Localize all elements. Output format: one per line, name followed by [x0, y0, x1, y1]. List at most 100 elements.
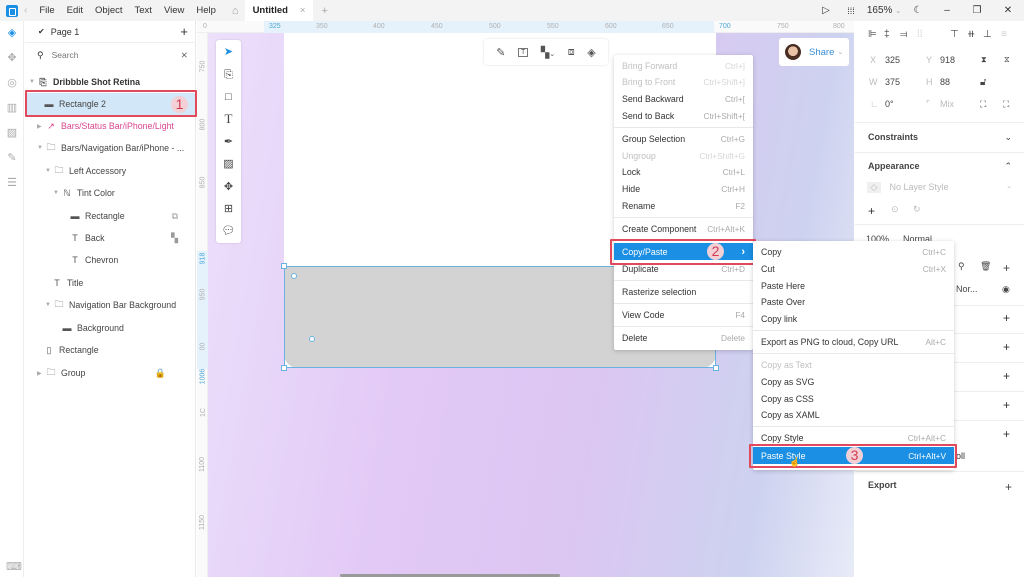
- menu-item-ungroup[interactable]: Ungroup Ctrl+Shift+G: [614, 147, 753, 164]
- menu-item-group-selection[interactable]: Group Selection Ctrl+G: [614, 130, 753, 147]
- w-field[interactable]: 375: [885, 77, 900, 87]
- menu-view[interactable]: View: [158, 5, 190, 16]
- add-fill-icon[interactable]: +: [1003, 261, 1010, 275]
- components-icon[interactable]: ✥: [6, 52, 18, 64]
- align-center-icon[interactable]: ‡: [884, 29, 890, 40]
- image-assets-icon[interactable]: ▨: [6, 127, 18, 139]
- layer-item[interactable]: ▼ 🗀 Bars/Navigation Bar/iPhone - ...: [25, 137, 196, 159]
- submenu-item-copy-as-css[interactable]: Copy as CSS: [753, 390, 954, 407]
- flip-vertical-icon[interactable]: ⧖: [1004, 55, 1010, 65]
- eye-icon[interactable]: ◉: [1002, 284, 1010, 295]
- add-blur-icon[interactable]: +: [1003, 398, 1010, 412]
- lock-icon[interactable]: 🔒: [155, 368, 166, 379]
- add-style-icon[interactable]: +: [868, 204, 875, 218]
- restore-icon[interactable]: ❐: [962, 5, 992, 16]
- mask-icon[interactable]: ⧈: [568, 46, 575, 59]
- add-inner-shadow-icon[interactable]: +: [1003, 369, 1010, 383]
- submenu-item-copy[interactable]: Copy Ctrl+C: [753, 243, 954, 260]
- layer-item[interactable]: ▼ 🗀 Left Accessory: [25, 160, 196, 182]
- menu-item-rename[interactable]: Rename F2: [614, 197, 753, 214]
- moon-icon[interactable]: ☾: [904, 5, 932, 16]
- layer-style-select[interactable]: ◇ No Layer Style ⌄: [855, 182, 1024, 196]
- menu-text[interactable]: Text: [129, 5, 158, 16]
- layer-item[interactable]: ▬ Background: [25, 317, 196, 339]
- submenu-item-copy-as-xaml[interactable]: Copy as XAML: [753, 406, 954, 423]
- boolean-icon[interactable]: ▚⌄: [541, 46, 555, 59]
- text-box-icon[interactable]: T: [518, 47, 529, 57]
- menu-item-delete[interactable]: Delete Delete: [614, 329, 753, 346]
- comment-tool-icon[interactable]: 💬︎: [216, 224, 241, 238]
- home-icon[interactable]: ⌂: [232, 5, 239, 17]
- grid-apps-icon[interactable]: ⁞⁞⁞: [838, 6, 864, 16]
- add-border-icon[interactable]: +: [1003, 311, 1010, 325]
- submenu-item-copy-link[interactable]: Copy link: [753, 310, 954, 327]
- minimize-icon[interactable]: –: [932, 5, 962, 16]
- chevron-down-icon[interactable]: ⌄: [1004, 132, 1012, 143]
- apply-style-icon[interactable]: ⊙: [891, 204, 899, 215]
- chevron-up-icon[interactable]: ⌃: [1004, 161, 1012, 172]
- y-field[interactable]: 918: [940, 55, 955, 65]
- radius-handle[interactable]: [309, 336, 315, 342]
- submenu-item-paste-here[interactable]: Paste Here: [753, 277, 954, 294]
- menu-item-lock[interactable]: Lock Ctrl+L: [614, 163, 753, 180]
- radius-field[interactable]: Mix: [940, 99, 954, 109]
- expand-arrow-icon[interactable]: ▶: [37, 370, 45, 377]
- menu-object[interactable]: Object: [89, 5, 128, 16]
- tab-untitled[interactable]: Untitled ×: [244, 0, 314, 21]
- layer-item[interactable]: ▶ 🗀 Group 🔒: [25, 362, 196, 384]
- text-tool-icon[interactable]: T: [216, 112, 241, 126]
- back-chevron-icon[interactable]: ‹: [24, 5, 27, 16]
- flip-horizontal-icon[interactable]: ⧗: [981, 55, 987, 65]
- zoom-level[interactable]: 165% ⌄: [864, 5, 904, 16]
- layers-icon[interactable]: ◈: [6, 27, 18, 39]
- resize-handle[interactable]: [281, 365, 287, 371]
- refresh-style-icon[interactable]: ↻: [913, 204, 921, 215]
- select-tool-icon[interactable]: ➤: [216, 45, 241, 59]
- keyboard-icon[interactable]: ⌨: [6, 561, 22, 573]
- menu-help[interactable]: Help: [190, 5, 222, 16]
- resize-handle[interactable]: [281, 263, 287, 269]
- menu-item-send-to-back[interactable]: Send to Back Ctrl+Shift+[: [614, 107, 753, 124]
- constraints-header[interactable]: Constraints ⌄: [855, 132, 1024, 146]
- grid-tool-icon[interactable]: ⊞: [216, 202, 241, 216]
- submenu-item-copy-as-svg[interactable]: Copy as SVG: [753, 373, 954, 390]
- play-icon[interactable]: ▷: [814, 5, 838, 16]
- artboard-tool-icon[interactable]: ⎘: [216, 68, 241, 82]
- trash-icon[interactable]: 🗑︎: [980, 261, 991, 272]
- app-logo-icon[interactable]: [6, 4, 18, 17]
- close-window-icon[interactable]: ✕: [992, 5, 1024, 16]
- rectangle-tool-icon[interactable]: □: [216, 90, 241, 104]
- align-bottom-icon[interactable]: ⊥: [983, 29, 992, 40]
- image-tool-icon[interactable]: ▨: [216, 157, 241, 171]
- fit-icon[interactable]: ⛶: [980, 99, 986, 110]
- share-button[interactable]: Share ⌄: [779, 38, 849, 66]
- x-field[interactable]: 325: [885, 55, 900, 65]
- align-middle-icon[interactable]: ⧺: [967, 29, 975, 40]
- unlock-ratio-icon[interactable]: 🔓︎: [980, 77, 986, 88]
- adjust-icon[interactable]: ⚲: [958, 261, 965, 272]
- component-tool-icon[interactable]: ✥: [216, 180, 241, 194]
- submenu-item-export-png[interactable]: Export as PNG to cloud, Copy URL Alt+C: [753, 333, 954, 350]
- menu-item-bring-forward[interactable]: Bring Forward Ctrl+]: [614, 57, 753, 74]
- expand-arrow-icon[interactable]: ▼: [45, 168, 53, 174]
- styles-icon[interactable]: ◎: [6, 77, 18, 89]
- avatar[interactable]: [785, 44, 801, 60]
- layer-item[interactable]: ▬ Rectangle ⧉: [25, 205, 196, 227]
- layer-item[interactable]: T Title: [25, 272, 196, 294]
- create-component-icon[interactable]: ◈: [587, 46, 595, 59]
- layout-icon[interactable]: ▥: [6, 102, 18, 114]
- collapse-all-icon[interactable]: ⨯: [180, 50, 188, 61]
- list-icon[interactable]: ☰: [6, 177, 18, 189]
- menu-item-send-backward[interactable]: Send Backward Ctrl+[: [614, 90, 753, 107]
- menu-item-rasterize[interactable]: Rasterize selection: [614, 283, 753, 300]
- menu-item-create-component[interactable]: Create Component Ctrl+Alt+K: [614, 220, 753, 237]
- layer-item[interactable]: ▶ ↗ Bars/Status Bar/iPhone/Light: [25, 115, 196, 137]
- add-page-icon[interactable]: +: [180, 24, 188, 39]
- submenu-item-cut[interactable]: Cut Ctrl+X: [753, 260, 954, 277]
- radius-handle[interactable]: [291, 273, 297, 279]
- layer-item[interactable]: ▼ ℕ Tint Color: [25, 182, 196, 204]
- menu-item-bring-to-front[interactable]: Bring to Front Ctrl+Shift+]: [614, 73, 753, 90]
- layer-item[interactable]: T Chevron: [25, 249, 196, 271]
- resize-handle[interactable]: [713, 365, 719, 371]
- new-tab-icon[interactable]: +: [321, 5, 327, 17]
